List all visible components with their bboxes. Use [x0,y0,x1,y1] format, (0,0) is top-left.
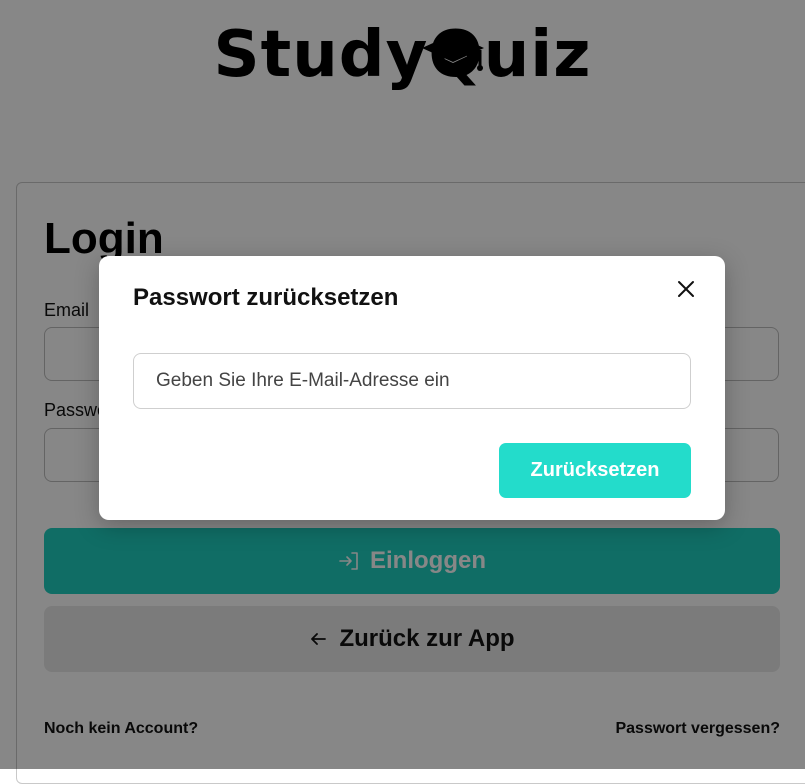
close-icon [678,281,694,297]
reset-button[interactable]: Zurücksetzen [499,443,691,498]
modal-title: Passwort zurücksetzen [133,284,399,311]
reset-password-modal: Passwort zurücksetzen Zurücksetzen [99,256,725,520]
reset-email-input[interactable] [133,353,691,409]
close-button[interactable] [673,276,699,302]
